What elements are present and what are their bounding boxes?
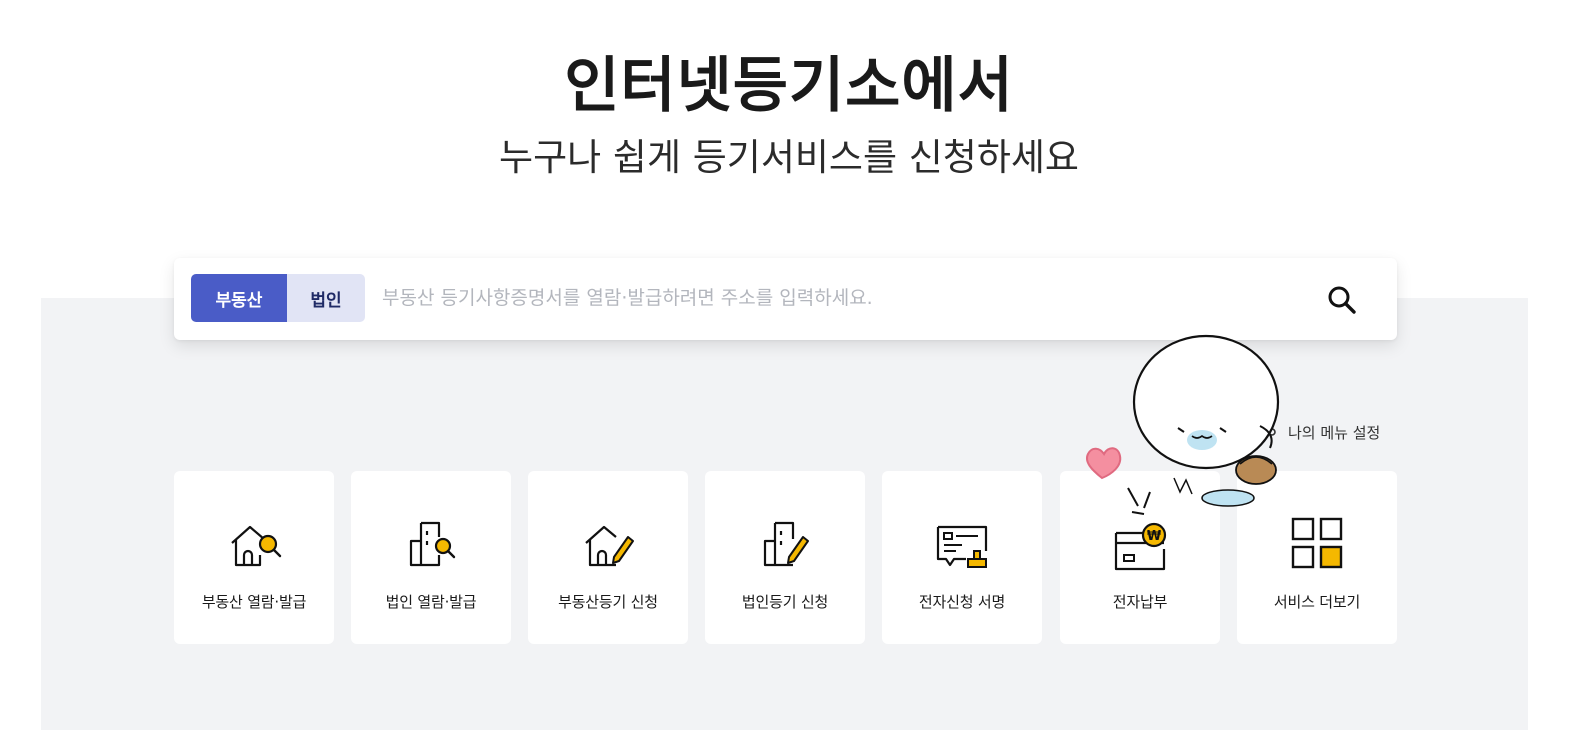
card-label: 법인 열람·발급 — [385, 593, 477, 611]
my-menu-settings-label: 나의 메뉴 설정 — [1288, 423, 1381, 442]
search-input[interactable] — [382, 278, 1302, 318]
search-bar: 부동산 법인 — [174, 258, 1397, 340]
building-search-icon — [409, 521, 456, 567]
tab-real-estate[interactable]: 부동산 — [191, 274, 287, 322]
my-menu-settings-link[interactable]: 나의 메뉴 설정 — [1268, 421, 1380, 443]
house-pen-icon — [585, 525, 634, 567]
document-stamp-icon — [936, 525, 988, 568]
wallet-won-icon: ₩ — [1114, 522, 1167, 571]
hero-title: 인터넷등기소에서 — [564, 51, 1014, 121]
search-button[interactable] — [1322, 280, 1362, 320]
hero-subtitle: 누구나 쉽게 등기서비스를 신청하세요 — [499, 136, 1079, 179]
card-label: 법인등기 신청 — [741, 593, 829, 611]
card-more-services[interactable]: 서비스 더보기 — [1237, 471, 1397, 644]
grid-more-icon — [1291, 517, 1343, 569]
card-label: 서비스 더보기 — [1273, 593, 1361, 611]
card-corporation-registration[interactable]: 법인등기 신청 — [705, 471, 865, 644]
card-label: 부동산등기 신청 — [558, 593, 658, 611]
building-pen-icon — [763, 521, 809, 567]
card-e-payment[interactable]: ₩ 전자납부 — [1060, 471, 1220, 644]
card-e-sign[interactable]: 전자신청 서명 — [882, 471, 1042, 644]
search-icon — [1328, 286, 1356, 314]
card-real-estate-registration[interactable]: 부동산등기 신청 — [528, 471, 688, 644]
card-corporation-view[interactable]: 법인 열람·발급 — [351, 471, 511, 644]
card-label: 부동산 열람·발급 — [201, 593, 307, 611]
card-real-estate-view[interactable]: 부동산 열람·발급 — [174, 471, 334, 644]
service-cards: 부동산 열람·발급 법인 열람·발급 부동산등기 신청 법인등기 신청 전자신청… — [174, 471, 1397, 644]
svg-text:₩: ₩ — [1147, 529, 1162, 544]
card-label: 전자납부 — [1112, 593, 1168, 611]
house-search-icon — [231, 525, 282, 567]
gear-icon — [1268, 428, 1276, 436]
tab-corporation[interactable]: 법인 — [287, 274, 365, 322]
card-label: 전자신청 서명 — [918, 593, 1006, 611]
search-type-tabs: 부동산 법인 — [191, 274, 365, 322]
